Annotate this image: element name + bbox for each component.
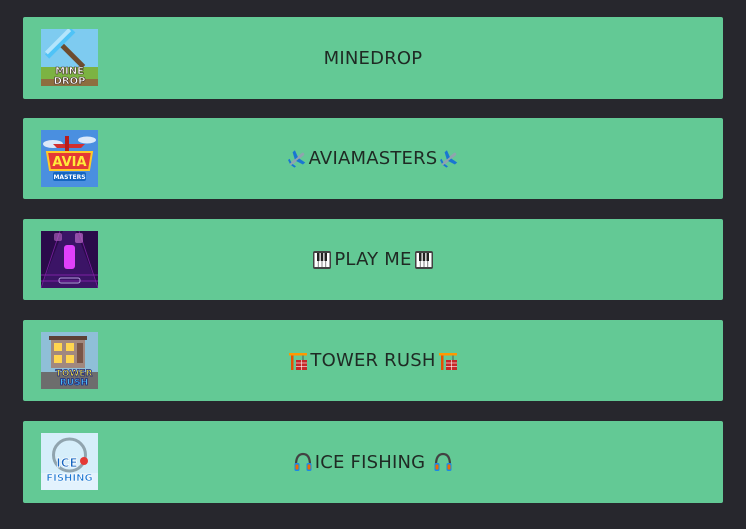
game-card-minedrop[interactable]: MINE DROP MINEDROP <box>23 17 723 99</box>
game-card-play-me[interactable]: PLAY ME <box>23 219 723 300</box>
headphones-icon <box>292 451 314 473</box>
construction-crane-icon <box>437 350 459 372</box>
game-title-aviamasters: AVIAMASTERS <box>308 148 438 169</box>
piano-icon <box>413 249 435 271</box>
piano-icon <box>311 249 333 271</box>
airplane-icon <box>286 148 308 170</box>
game-card-ice-fishing[interactable]: ICE FISHING ICE FISHING <box>23 421 723 503</box>
game-title-ice-fishing: ICE FISHING <box>314 451 432 473</box>
airplane-icon <box>438 148 460 170</box>
game-title-tower-rush: TOWER RUSH <box>310 350 436 371</box>
construction-crane-icon <box>287 350 309 372</box>
game-card-tower-rush[interactable]: TOWER RUSH TOWER RUSH <box>23 320 723 401</box>
headphones-icon <box>432 451 454 473</box>
game-title-play-me: PLAY ME <box>334 249 412 270</box>
game-title-minedrop: MINEDROP <box>323 47 423 69</box>
game-list: MINE DROP MINEDROP AVIA MASTERS AVIAMAST… <box>23 17 723 503</box>
game-card-aviamasters[interactable]: AVIA MASTERS AVIAMASTERS <box>23 118 723 199</box>
